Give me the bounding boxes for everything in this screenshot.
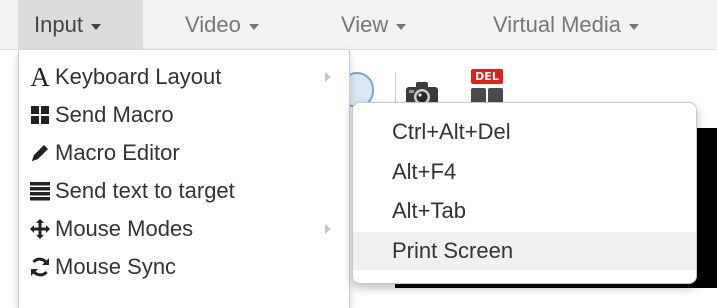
input-dropdown-menu: A Keyboard Layout Send Macro Macro Edito…: [18, 50, 350, 308]
menu-item-label: Keyboard Layout: [55, 64, 222, 89]
menu-item-keyboard-layout[interactable]: A Keyboard Layout: [19, 58, 349, 96]
macro-print-screen[interactable]: Print Screen: [353, 232, 696, 270]
grid-squares-icon: [29, 104, 51, 126]
menu-input-label: Input: [34, 12, 83, 37]
chevron-right-icon: [325, 224, 331, 234]
pencil-icon: [29, 142, 51, 164]
menu-item-label: Send text to target: [55, 178, 235, 203]
menu-video[interactable]: Video: [165, 0, 259, 50]
macro-label: Alt+Tab: [392, 198, 466, 223]
menu-video-label: Video: [185, 12, 241, 37]
menu-item-label: Mouse Sync: [55, 254, 177, 279]
menu-item-label: Macro Editor: [55, 140, 180, 165]
del-icon-label: DEL: [475, 70, 499, 83]
menu-virtual-media[interactable]: Virtual Media: [475, 0, 639, 50]
caret-down-icon: [248, 23, 259, 30]
menu-input[interactable]: Input: [18, 0, 143, 50]
move-arrows-icon: [29, 218, 51, 240]
macro-label: Ctrl+Alt+Del: [392, 119, 511, 144]
menu-item-mouse-sync[interactable]: Mouse Sync: [19, 248, 349, 286]
menu-bar: Input Video View Virtual Media: [0, 0, 717, 50]
font-letter-a-icon: A: [30, 62, 50, 92]
menu-item-label: Mouse Modes: [55, 216, 194, 241]
refresh-icon: [29, 256, 51, 278]
macro-label: Alt+F4: [392, 159, 457, 184]
menu-item-macro-editor[interactable]: Macro Editor: [19, 134, 349, 172]
menu-item-mouse-modes[interactable]: Mouse Modes: [19, 210, 349, 248]
menu-view-label: View: [341, 12, 389, 37]
macro-ctrl-alt-del[interactable]: Ctrl+Alt+Del: [353, 113, 696, 151]
menu-view[interactable]: View: [325, 0, 407, 50]
macro-label: Print Screen: [392, 238, 514, 263]
menu-virtual-media-label: Virtual Media: [493, 12, 621, 37]
macro-alt-f4[interactable]: Alt+F4: [353, 153, 696, 191]
list-lines-icon: [29, 180, 51, 202]
chevron-right-icon: [325, 72, 331, 82]
send-macro-submenu: Ctrl+Alt+Del Alt+F4 Alt+Tab Print Screen: [352, 102, 697, 284]
menu-item-send-macro[interactable]: Send Macro: [19, 96, 349, 134]
macro-alt-tab[interactable]: Alt+Tab: [353, 192, 696, 230]
menu-item-send-text[interactable]: Send text to target: [19, 172, 349, 210]
caret-down-icon: [90, 23, 101, 30]
caret-down-icon: [396, 23, 407, 30]
menu-item-label: Send Macro: [55, 102, 174, 127]
caret-down-icon: [629, 23, 639, 30]
